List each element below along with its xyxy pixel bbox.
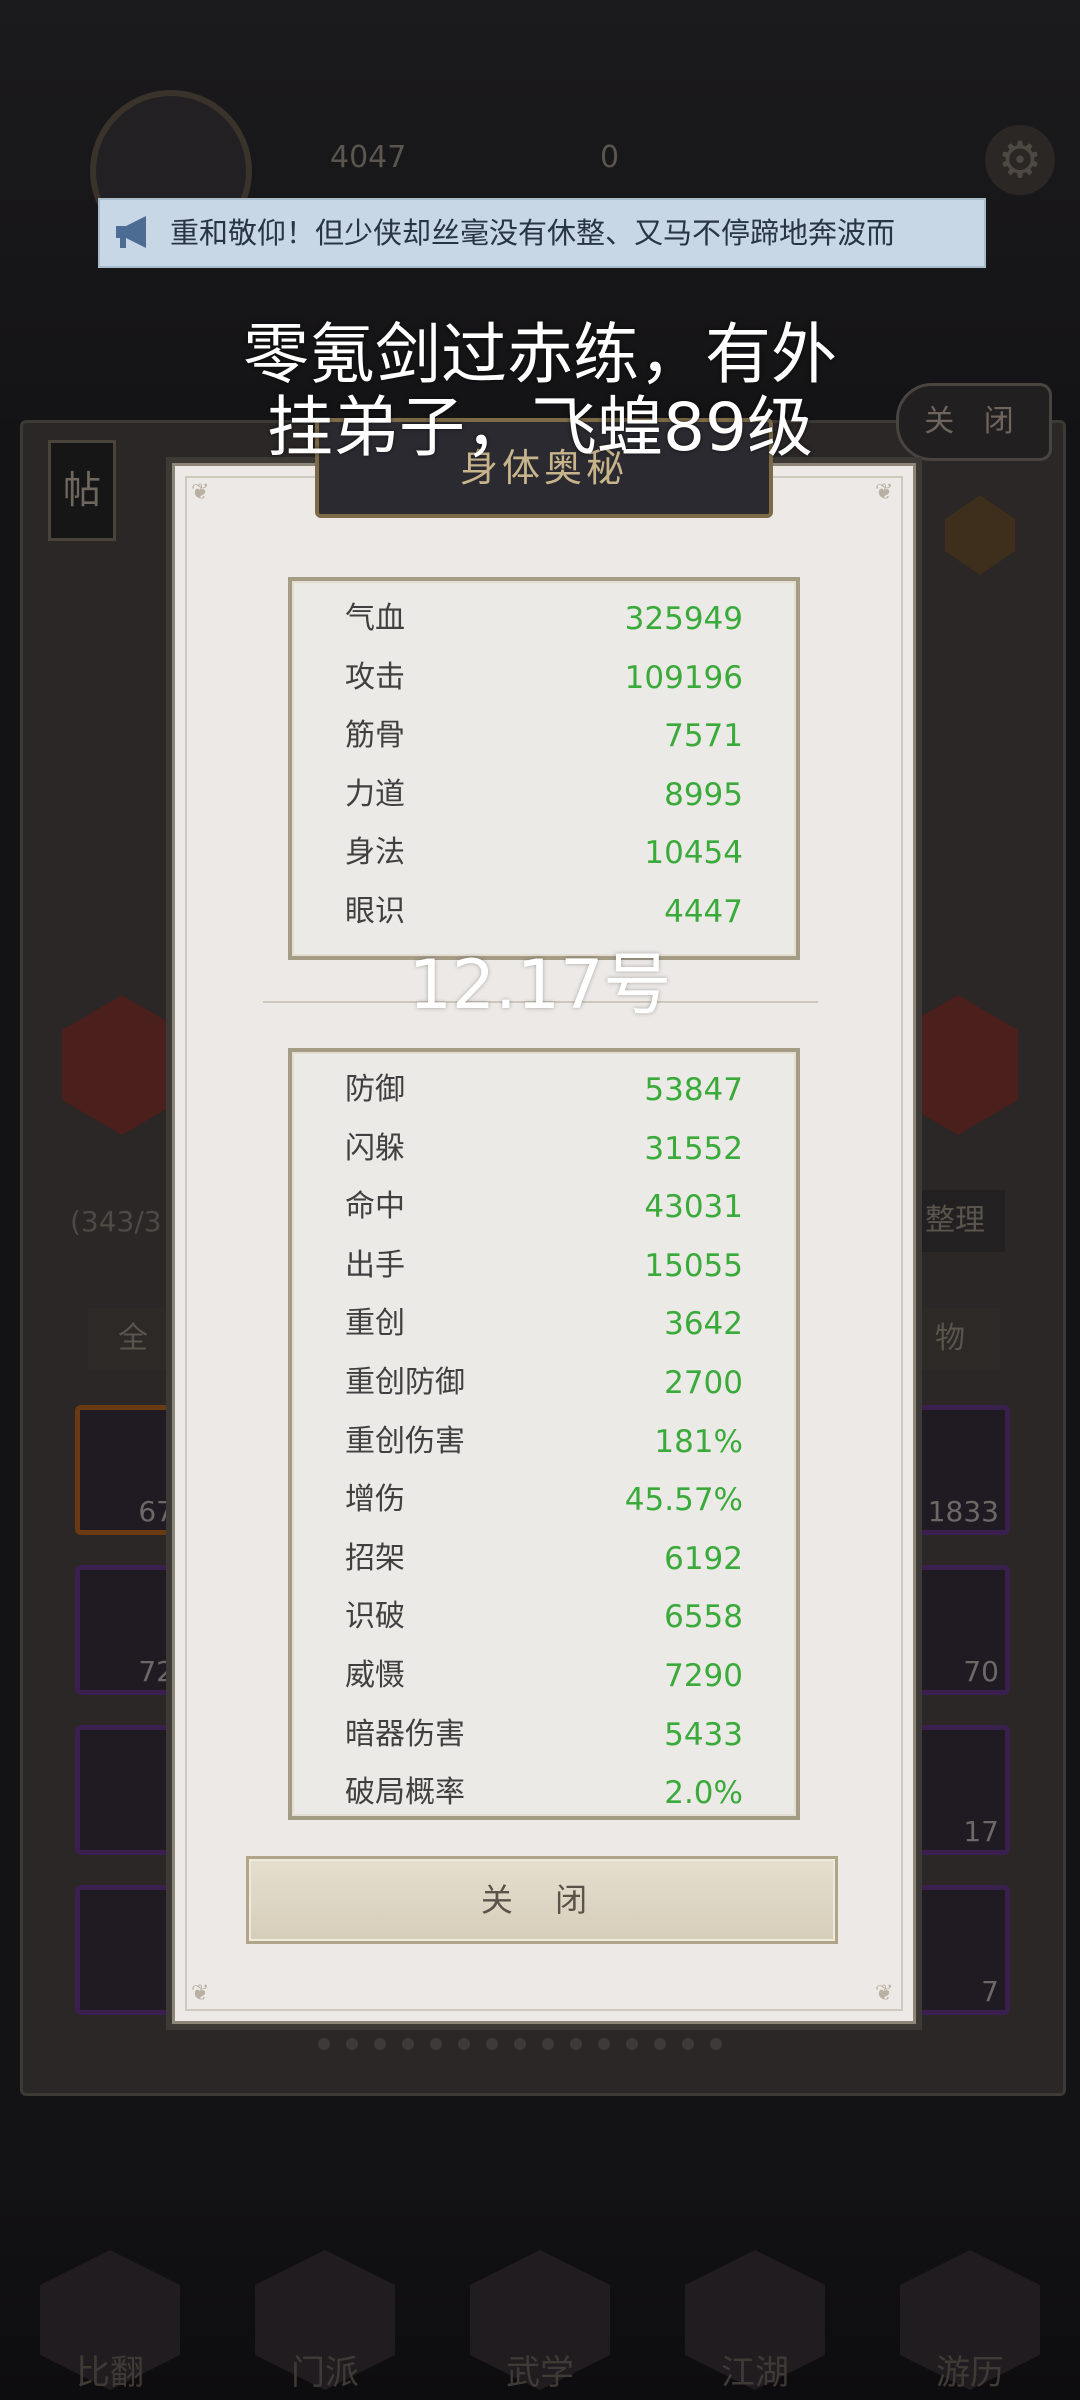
stat-value: 6192: [664, 1540, 743, 1577]
stat-value: 3642: [664, 1306, 743, 1343]
inventory-slot: 67: [75, 1405, 185, 1535]
inventory-slot: [75, 1885, 185, 2015]
stat-row: 出手 15055: [292, 1237, 796, 1296]
stat-value: 2.0%: [664, 1775, 743, 1812]
basic-stats-table: 气血 325949 攻击 109196 筋骨 7571 力道 8995 身法 10454 眼识 444…: [288, 577, 800, 960]
stat-value: 43031: [644, 1189, 743, 1226]
close-button[interactable]: 关 闭: [246, 1856, 838, 1944]
nav-label: 游历: [936, 2353, 1004, 2393]
stat-value: 10454: [644, 835, 743, 872]
stat-row: 闪躲 31552: [292, 1120, 796, 1179]
stat-row: 威慑 7290: [292, 1647, 796, 1706]
stat-name: 防御: [345, 1072, 405, 1107]
inventory-count: (343/3: [70, 1205, 162, 1238]
stat-row: 身法 10454: [292, 824, 796, 883]
stat-name: 暗器伤害: [345, 1716, 465, 1752]
stat-name: 闪躲: [345, 1130, 405, 1166]
stat-name: 招架: [345, 1540, 405, 1576]
stat-value: 4447: [664, 893, 743, 930]
stat-row: 气血 325949: [292, 590, 796, 649]
stat-row: 命中 43031: [292, 1178, 796, 1237]
gold-amount: 4047: [330, 140, 407, 175]
page-indicator: [318, 2035, 738, 2054]
inventory-slot: [75, 1725, 185, 1855]
stat-row: 暗器伤害 5433: [292, 1706, 796, 1765]
stat-name: 出手: [345, 1247, 405, 1283]
stat-value: 8995: [664, 776, 743, 813]
stat-value: 181%: [654, 1423, 743, 1460]
stat-name: 重创防御: [345, 1364, 465, 1400]
stat-value: 6558: [664, 1599, 743, 1636]
nav-label: 武学: [506, 2353, 574, 2393]
nav-label: 门派: [291, 2353, 359, 2393]
stat-row: 重创 3642: [292, 1295, 796, 1354]
stat-name: 威慑: [345, 1657, 405, 1693]
stat-value: 7571: [664, 718, 743, 755]
nav-label: 江湖: [721, 2353, 789, 2393]
stat-row: 力道 8995: [292, 766, 796, 825]
stat-name: 增伤: [345, 1482, 405, 1518]
stat-name: 身法: [345, 835, 405, 871]
date-caption: 12.17号: [408, 946, 672, 1025]
caption-line-2: 挂弟子，飞蝗89级: [267, 389, 813, 466]
stat-value: 325949: [624, 601, 743, 637]
advanced-stats-table[interactable]: 防御 53847 闪躲 31552 命中 43031 出手 15055 重创 3642 重创防御 27…: [288, 1048, 800, 1820]
stat-row: 眼识 4447: [292, 883, 796, 942]
stat-name: 力道: [345, 776, 405, 812]
stat-value: 2700: [664, 1364, 743, 1401]
caption-line-1: 零氪剑过赤练，有外: [243, 316, 837, 393]
stat-value: 7290: [664, 1657, 743, 1694]
announcement-marquee: 重和敬仰！但少侠却丝毫没有休整、又马不停蹄地奔波而: [98, 198, 986, 268]
sort-button: 整理: [905, 1190, 1005, 1252]
stat-name: 气血: [345, 601, 405, 636]
megaphone-icon: [116, 216, 146, 248]
stat-value: 15055: [644, 1247, 743, 1284]
stat-value: 31552: [644, 1130, 743, 1167]
stat-row: 破局概率 2.0%: [292, 1764, 796, 1816]
stat-value: 45.57%: [624, 1482, 743, 1519]
stat-row: 攻击 109196: [292, 649, 796, 708]
stat-row: 筋骨 7571: [292, 707, 796, 766]
gear-icon: ⚙: [985, 125, 1055, 195]
inventory-slot: 70: [900, 1565, 1010, 1695]
stat-value: 109196: [624, 659, 743, 696]
stat-row: 识破 6558: [292, 1588, 796, 1647]
inventory-slot: 17: [900, 1725, 1010, 1855]
stat-row: 重创防御 2700: [292, 1354, 796, 1413]
gem-amount: 0: [600, 140, 620, 175]
stat-name: 重创: [345, 1306, 405, 1342]
stat-value: 5433: [664, 1716, 743, 1753]
stat-name: 识破: [345, 1599, 405, 1635]
tab-all: 全: [88, 1308, 178, 1370]
inventory-slot: 1833: [900, 1405, 1010, 1535]
stat-row: 防御 53847: [292, 1061, 796, 1120]
stat-name: 命中: [345, 1189, 405, 1225]
stat-name: 攻击: [345, 659, 405, 695]
stat-name: 重创伤害: [345, 1423, 465, 1459]
stat-name: 眼识: [345, 893, 405, 929]
stat-name: 破局概率: [345, 1775, 465, 1811]
nav-label: 比翻: [76, 2353, 144, 2393]
inventory-slot: 72: [75, 1565, 185, 1695]
stat-value: 53847: [644, 1072, 743, 1108]
stat-row: 招架 6192: [292, 1530, 796, 1589]
stat-row: 重创伤害 181%: [292, 1413, 796, 1472]
stat-row: 增伤 45.57%: [292, 1471, 796, 1530]
stat-name: 筋骨: [345, 718, 405, 754]
inventory-slot: 7: [900, 1885, 1010, 2015]
marquee-text: 重和敬仰！但少侠却丝毫没有休整、又马不停蹄地奔波而: [170, 216, 896, 250]
